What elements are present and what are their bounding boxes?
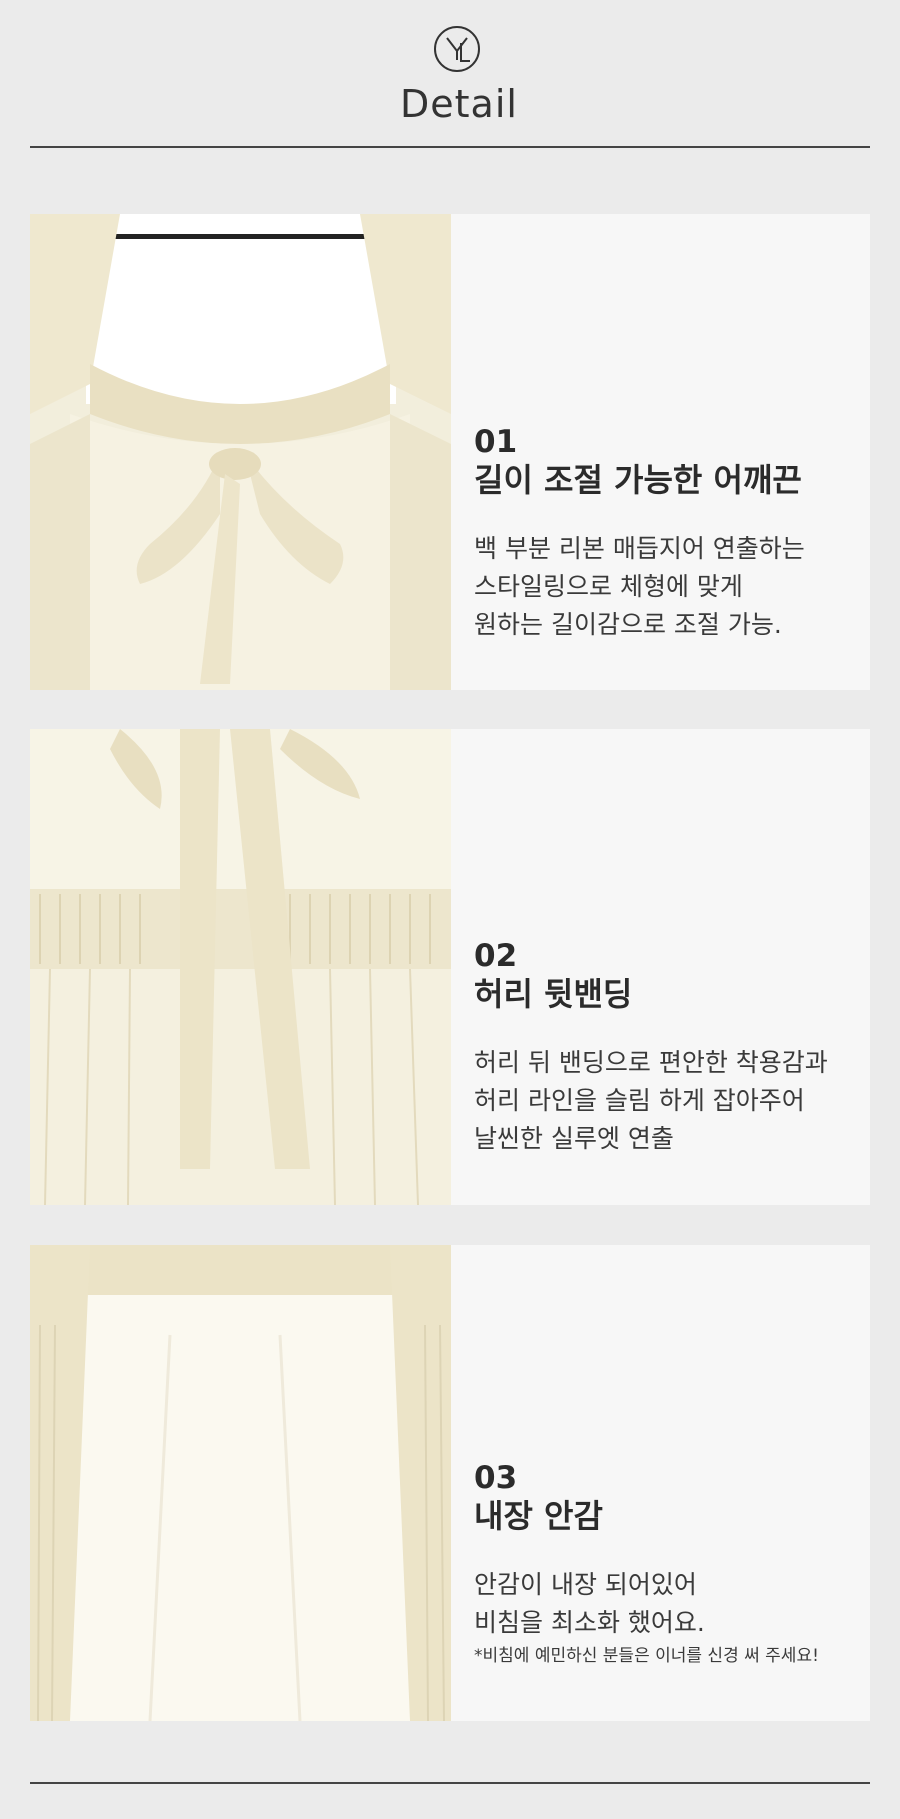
description-line: 허리 뒤 밴딩으로 편안한 착용감과 [474, 1048, 828, 1077]
description-line: 비침을 최소화 했어요. [474, 1608, 705, 1637]
detail-text-3: 03 내장 안감 안감이 내장 되어있어 비침을 최소화 했어요. *비침에 예… [474, 1460, 864, 1670]
detail-number: 03 [474, 1460, 518, 1496]
header-divider [30, 146, 870, 148]
footer-divider [30, 1782, 870, 1784]
detail-description: 허리 뒤 밴딩으로 편안한 착용감과 허리 라인을 슬림 하게 잡아주어 날씬한… [474, 1044, 864, 1158]
detail-section-lining: 03 내장 안감 안감이 내장 되어있어 비침을 최소화 했어요. *비침에 예… [30, 1245, 870, 1721]
detail-section-waist-banding: 02 허리 뒷밴딩 허리 뒤 밴딩으로 편안한 착용감과 허리 라인을 슬림 하… [30, 729, 870, 1205]
description-line: 원하는 길이감으로 조절 가능. [474, 610, 782, 639]
description-line: 백 부분 리본 매듭지어 연출하는 [474, 534, 805, 563]
page-title: Detail [400, 82, 518, 126]
detail-heading: 길이 조절 가능한 어깨끈 [474, 461, 802, 499]
detail-number: 02 [474, 938, 518, 974]
detail-description: 안감이 내장 되어있어 비침을 최소화 했어요. [474, 1566, 864, 1642]
detail-description: 백 부분 리본 매듭지어 연출하는 스타일링으로 체형에 맞게 원하는 길이감으… [474, 530, 864, 644]
brand-logo [434, 26, 480, 72]
detail-text-1: 01 길이 조절 가능한 어깨끈 백 부분 리본 매듭지어 연출하는 스타일링으… [474, 424, 864, 644]
detail-section-shoulder-strap: 01 길이 조절 가능한 어깨끈 백 부분 리본 매듭지어 연출하는 스타일링으… [30, 214, 870, 690]
detail-note: *비침에 예민하신 분들은 이너를 신경 써 주세요! [474, 1646, 819, 1666]
product-photo-shoulder-tie [30, 214, 451, 690]
product-photo-waist-banding [30, 729, 451, 1205]
description-line: 스타일링으로 체형에 맞게 [474, 572, 743, 601]
product-photo-inner-lining [30, 1245, 451, 1721]
detail-text-2: 02 허리 뒷밴딩 허리 뒤 밴딩으로 편안한 착용감과 허리 라인을 슬림 하… [474, 938, 864, 1158]
detail-number: 01 [474, 424, 518, 460]
description-line: 안감이 내장 되어있어 [474, 1570, 697, 1599]
description-line: 허리 라인을 슬림 하게 잡아주어 [474, 1086, 805, 1115]
detail-heading: 내장 안감 [474, 1497, 603, 1535]
detail-heading: 허리 뒷밴딩 [474, 975, 633, 1013]
description-line: 날씬한 실루엣 연출 [474, 1124, 674, 1153]
detail-header: Detail [0, 0, 900, 150]
